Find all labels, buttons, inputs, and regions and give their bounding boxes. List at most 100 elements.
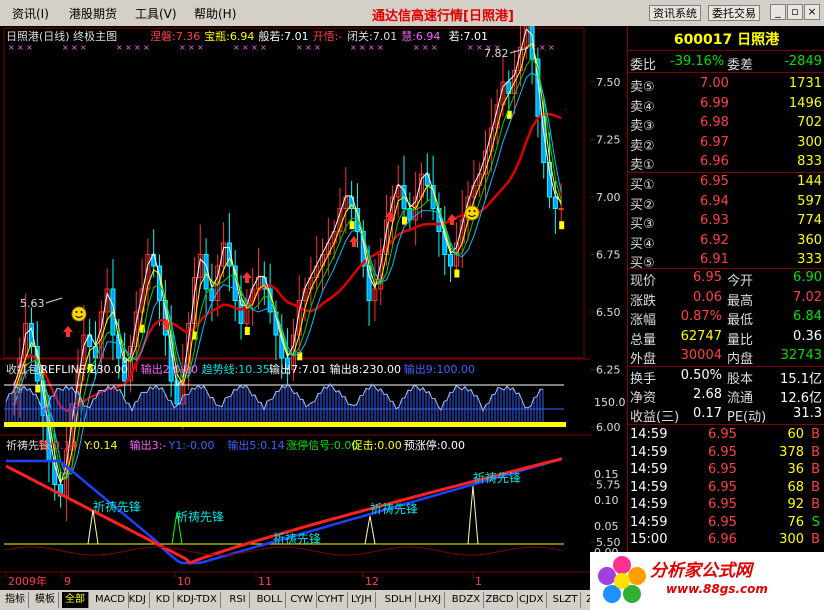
high-price-label: 7.82: [484, 47, 509, 60]
tick-row: 14:59 6.95 68 B: [630, 480, 822, 498]
bid-price: 6.95: [700, 174, 729, 189]
tick-volume: 68: [787, 479, 804, 495]
tick-side: B: [811, 427, 820, 442]
menu-help[interactable]: 帮助(H): [194, 5, 236, 22]
time-label: 1: [475, 575, 482, 588]
legend-item: 若:7.01: [449, 30, 488, 43]
signal-cross: ×: [134, 43, 141, 52]
tab-指标[interactable]: 指标: [2, 592, 29, 608]
tick-row: 14:59 6.95 60 B: [630, 427, 822, 445]
menu-hk-futures[interactable]: 港股期货: [69, 5, 117, 22]
bid-price: 6.94: [700, 193, 729, 209]
stat-label: 总量: [630, 332, 657, 348]
tick-price: 6.95: [708, 427, 737, 442]
tab-lyjh[interactable]: LYJH: [348, 592, 376, 608]
tick-time: 14:59: [630, 479, 668, 495]
signal-cross: ×: [431, 43, 438, 52]
tick-volume: 92: [787, 497, 804, 512]
signal-cross: ×: [296, 43, 303, 52]
tab-cjdx[interactable]: CJDX: [516, 592, 548, 608]
tab-lhxj[interactable]: LHXJ: [415, 592, 446, 608]
chart-area[interactable]: 日照港(日线) 终极主图 涅磐:7.36 宝瓶:6.94 般若:7.01 开悟:- 闭关…: [0, 0, 590, 590]
tick-row: 15:00 6.96 300 B: [630, 532, 822, 550]
ind2-annotation: 祈祷先锋: [273, 531, 321, 546]
time-label: 10: [177, 575, 191, 588]
signal-cross: ×: [8, 43, 15, 52]
indicator1-legend: 收红包1REFLINE:230.00 输出2:0.00 趋势线:10.35 输出7:7…: [6, 362, 475, 376]
tab-macd[interactable]: MACD: [92, 592, 129, 608]
fin-label: PE(动): [727, 410, 767, 425]
ind2-annotation: 祈祷先锋: [93, 499, 141, 514]
ask-label: 卖②: [630, 138, 655, 154]
legend-item: 输出9:100.00: [404, 362, 475, 376]
stat-row: 涨幅 0.87% 最低 6.84: [630, 309, 822, 328]
tick-price: 6.95: [708, 514, 737, 530]
tab-kd[interactable]: KD: [153, 592, 175, 608]
smiley-icon: [464, 205, 480, 221]
tab-rsi[interactable]: RSI: [226, 592, 250, 608]
bid-volume: 360: [797, 232, 822, 248]
signal-cross: ×: [314, 43, 321, 52]
signal-cross: ×: [125, 43, 132, 52]
fin-label: 流通: [727, 391, 754, 406]
tick-time: 14:59: [630, 462, 668, 477]
tab-zbcd[interactable]: ZBCD: [482, 592, 518, 608]
bid-row: 买④ 6.92 360: [630, 232, 822, 252]
time-label: 9: [64, 575, 71, 588]
minimize-icon[interactable]: _: [770, 4, 786, 20]
ask-price: 6.99: [700, 95, 729, 111]
tick-time: 14:59: [630, 444, 668, 460]
ind2-spike: [87, 509, 99, 545]
candle-body: [558, 208, 564, 210]
legend-item: 输出5:0.14: [227, 438, 284, 452]
tab-bdzx[interactable]: BDZX: [449, 592, 485, 608]
tab-slzt[interactable]: SLZT: [550, 592, 582, 608]
stat-label: 涨跌: [630, 293, 657, 309]
ind2-annotation: 祈祷先锋: [370, 501, 418, 516]
tab-kdj-tdx[interactable]: KDJ-TDX: [174, 592, 221, 608]
tab-sdlh[interactable]: SDLH: [382, 592, 416, 608]
restore-icon[interactable]: ▫: [787, 4, 803, 20]
ask-row: 卖⑤ 7.00 1731: [630, 76, 822, 95]
marker-block: [35, 384, 41, 393]
menu-info[interactable]: 资讯(I): [12, 5, 49, 22]
legend-item: 输出3:-: [130, 438, 167, 452]
ask-row: 卖③ 6.98 702: [630, 115, 822, 134]
tick-volume: 76: [787, 514, 804, 530]
ask-label: 卖⑤: [630, 80, 655, 95]
ask-row: 卖④ 6.99 1496: [630, 95, 822, 115]
tab-模板[interactable]: 模板: [32, 592, 59, 608]
close-icon[interactable]: ×: [804, 4, 820, 20]
signal-cross: ×: [242, 43, 249, 52]
bid-row: 买③ 6.93 774: [630, 213, 822, 232]
buy-arrow-icon: [447, 214, 457, 225]
trade-button[interactable]: 委托交易: [708, 5, 760, 21]
ask-label: 卖③: [630, 119, 655, 134]
stat-label: 涨幅: [630, 313, 657, 328]
tab-kdj[interactable]: KDJ: [126, 592, 150, 608]
bid-label: 买①: [630, 178, 655, 193]
tab-全部[interactable]: 全部: [62, 592, 89, 608]
tick-side: B: [811, 497, 820, 512]
menu-tools[interactable]: 工具(V): [135, 5, 177, 22]
tab-boll[interactable]: BOLL: [254, 592, 287, 608]
tick-row: 14:59 6.95 36 B: [630, 462, 822, 480]
stat-value: 62747: [680, 328, 722, 344]
price-tick: 7.50: [596, 76, 621, 89]
tick-volume: 300: [779, 532, 804, 547]
info-system-button[interactable]: 资讯系统: [649, 5, 701, 21]
legend-item: 开悟:-: [313, 29, 343, 43]
tab-cyht[interactable]: CYHT: [314, 592, 348, 608]
stat-label: 现价: [630, 274, 657, 289]
legend-item: 闭关:7.01: [347, 29, 397, 43]
ind2-spike: [467, 485, 479, 545]
signal-cross: ×: [251, 43, 258, 52]
legend-item: 慧:6.94: [401, 29, 440, 43]
fin-label: 换手: [630, 372, 657, 387]
tab-cyw[interactable]: CYW: [287, 592, 317, 608]
fin-value: 2.68: [693, 387, 722, 402]
ind2-tick: 0.15: [594, 468, 619, 481]
fin-value: 15.1亿: [780, 372, 822, 387]
time-label: 2009年: [8, 574, 47, 588]
ask-volume: 300: [797, 134, 822, 150]
